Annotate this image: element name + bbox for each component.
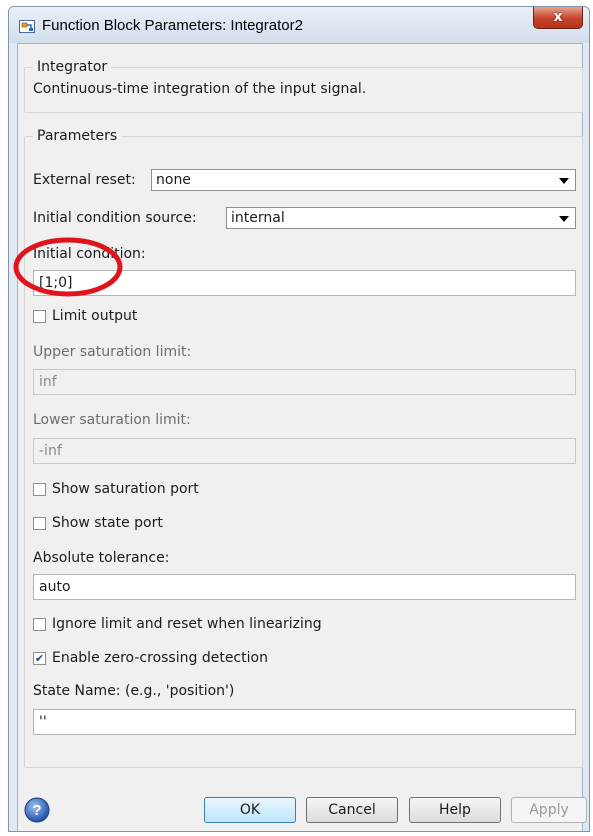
parameters-group: Parameters External reset: none Initial … [24, 128, 583, 768]
absolute-tolerance-label: Absolute tolerance: [33, 550, 170, 566]
svg-text:?: ? [32, 802, 41, 819]
lower-limit-field[interactable]: -inf [33, 438, 576, 464]
block-group-title: Integrator [33, 59, 112, 75]
cancel-button[interactable]: Cancel [306, 797, 398, 823]
lower-limit-label: Lower saturation limit: [33, 412, 191, 428]
parameters-group-title: Parameters [33, 128, 122, 144]
state-name-field[interactable]: '' [33, 709, 576, 735]
limit-output-checkbox[interactable] [33, 310, 46, 323]
chevron-down-icon [559, 216, 569, 222]
upper-limit-field[interactable]: inf [33, 369, 576, 395]
zero-crossing-label: Enable zero-crossing detection [52, 650, 268, 666]
title-bar[interactable]: Function Block Parameters: Integrator2 x [9, 7, 589, 43]
close-icon: x [553, 9, 563, 25]
state-name-label: State Name: (e.g., 'position') [33, 683, 235, 699]
button-bar: ? OK Cancel Help Apply [18, 769, 587, 831]
dialog-client-area: Integrator Continuous-time integration o… [17, 43, 587, 831]
checkmark-icon: ✔ [34, 652, 45, 665]
show-state-port-label: Show state port [52, 515, 163, 531]
chevron-down-icon [559, 178, 569, 184]
external-reset-value: none [156, 172, 191, 188]
window-title: Function Block Parameters: Integrator2 [42, 17, 303, 34]
show-saturation-port-label: Show saturation port [52, 481, 199, 497]
block-description-group: Integrator Continuous-time integration o… [24, 59, 583, 113]
external-reset-label: External reset: [33, 172, 136, 188]
show-state-port-checkbox[interactable] [33, 517, 46, 530]
help-icon[interactable]: ? [24, 797, 50, 823]
close-button[interactable]: x [533, 7, 583, 29]
dialog-window: Function Block Parameters: Integrator2 x… [8, 6, 590, 832]
ignore-limit-label: Ignore limit and reset when linearizing [52, 616, 322, 632]
ic-source-value: internal [231, 210, 285, 226]
external-reset-select[interactable]: none [151, 169, 576, 191]
ic-source-select[interactable]: internal [226, 207, 576, 229]
simulink-block-icon [19, 20, 35, 33]
zero-crossing-checkbox[interactable]: ✔ [33, 652, 46, 665]
help-button[interactable]: Help [409, 797, 501, 823]
block-description: Continuous-time integration of the input… [33, 81, 367, 97]
limit-output-label: Limit output [52, 308, 138, 324]
show-saturation-port-checkbox[interactable] [33, 483, 46, 496]
highlight-circle-annotation [13, 237, 123, 297]
ignore-limit-checkbox[interactable] [33, 618, 46, 631]
apply-button[interactable]: Apply [511, 797, 587, 823]
upper-limit-label: Upper saturation limit: [33, 344, 192, 360]
ok-button[interactable]: OK [204, 797, 296, 823]
ic-source-label: Initial condition source: [33, 210, 197, 226]
absolute-tolerance-field[interactable]: auto [33, 574, 576, 600]
